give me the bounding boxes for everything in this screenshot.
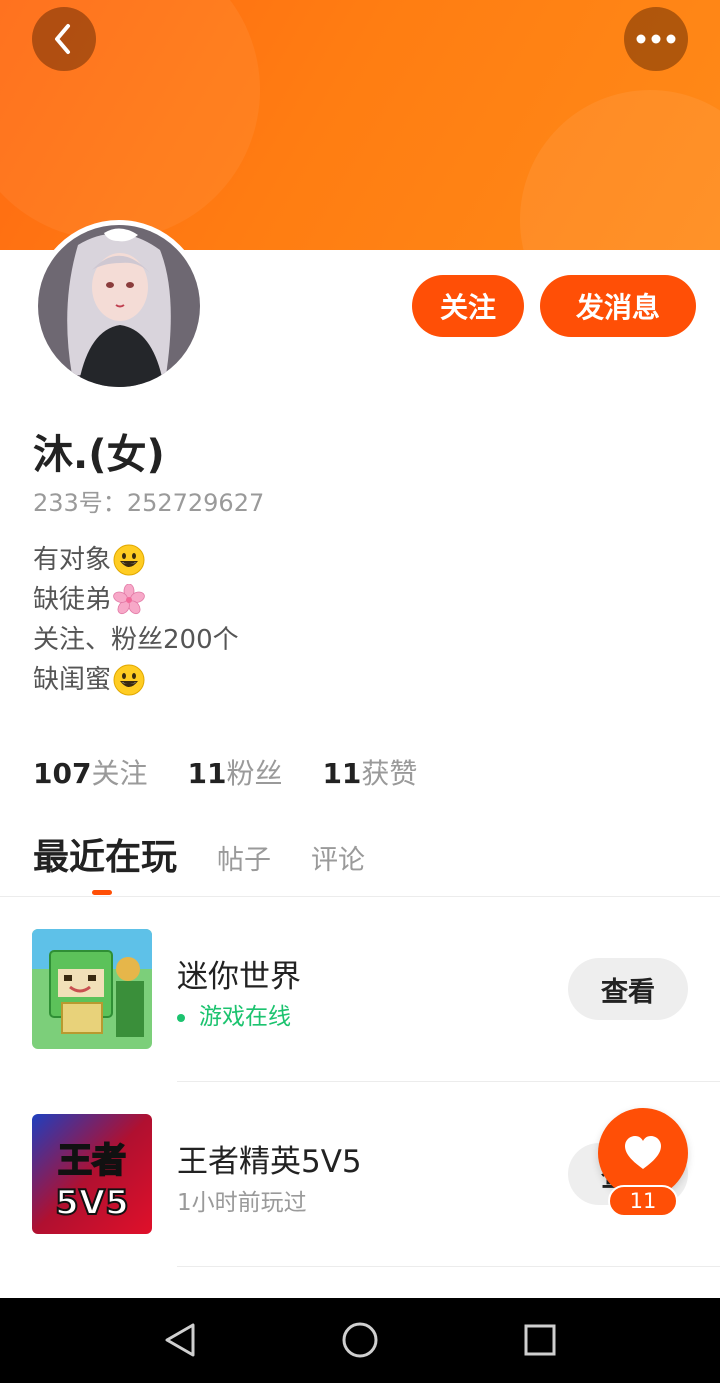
grinning-emoji-icon xyxy=(113,544,145,576)
nickname: 沐.(女) xyxy=(33,432,165,478)
banner-decoration xyxy=(520,90,720,250)
bio-line: 缺闺蜜 xyxy=(33,660,239,700)
bio-text: 有对象 xyxy=(33,545,112,575)
profile-banner xyxy=(0,0,720,250)
profile-stats: 107 关注 11 粉丝 11 获赞 xyxy=(33,752,457,792)
tab-posts[interactable]: 帖子 xyxy=(217,838,271,877)
stat-label: 粉丝 xyxy=(226,757,283,790)
nav-back-icon xyxy=(165,1323,195,1357)
followers-count[interactable]: 11 粉丝 xyxy=(187,752,282,792)
back-button[interactable] xyxy=(32,7,96,71)
game-status-text: 游戏在线 xyxy=(199,1004,291,1030)
chevron-left-icon xyxy=(55,24,70,54)
bio-line: 关注、粉丝200个 xyxy=(33,620,239,660)
stat-value: 11 xyxy=(322,757,362,790)
nav-back-button[interactable] xyxy=(158,1318,202,1362)
game-thumb-text: 王者 xyxy=(58,1141,126,1181)
nav-home-icon xyxy=(342,1322,378,1358)
active-tab-indicator xyxy=(92,890,112,895)
user-id-label: 233号： xyxy=(33,489,127,517)
nav-home-button[interactable] xyxy=(338,1318,382,1362)
more-dots-icon xyxy=(636,34,676,44)
online-indicator xyxy=(177,1013,185,1022)
bio-text: 缺闺蜜 xyxy=(33,665,112,695)
system-navigation-bar xyxy=(0,1298,720,1383)
bio-line: 缺徒弟 xyxy=(33,580,239,620)
wangzhe-5v5-game-icon: 王者 5V5 xyxy=(32,1114,152,1234)
bio-text: 缺徒弟 xyxy=(33,585,112,615)
grinning-emoji-icon xyxy=(113,664,145,696)
tab-comments[interactable]: 评论 xyxy=(311,838,365,877)
view-game-button[interactable]: 查看 xyxy=(568,958,688,1020)
divider xyxy=(177,1266,720,1267)
heart-icon xyxy=(625,1136,661,1169)
bio-line: 有对象 xyxy=(33,540,239,580)
send-message-button[interactable]: 发消息 xyxy=(540,275,696,337)
cherry-blossom-emoji-icon xyxy=(113,584,145,615)
avatar-image xyxy=(38,225,200,387)
stat-value: 107 xyxy=(33,757,92,790)
game-status: 游戏在线 xyxy=(177,997,291,1031)
bio-text: 关注、粉丝200个 xyxy=(33,625,239,655)
bio: 有对象 缺徒弟 关注、粉丝200个 缺闺蜜 xyxy=(33,540,239,700)
game-name: 迷你世界 xyxy=(177,959,301,995)
game-list-item[interactable]: 迷你世界 游戏在线 查看 xyxy=(0,897,720,1081)
more-options-button[interactable] xyxy=(624,7,688,71)
game-thumb-text: 5V5 xyxy=(55,1183,129,1223)
tab-recently-played[interactable]: 最近在玩 xyxy=(33,828,177,880)
user-id: 233号：252729627 xyxy=(33,483,264,518)
likes-count[interactable]: 11 获赞 xyxy=(322,752,417,792)
stat-label: 获赞 xyxy=(361,757,418,790)
nav-recents-button[interactable] xyxy=(518,1318,562,1362)
nav-recents-icon xyxy=(524,1324,556,1356)
game-status: 1小时前玩过 xyxy=(177,1190,307,1216)
user-id-value: 252729627 xyxy=(126,489,265,517)
avatar[interactable] xyxy=(33,220,205,392)
stat-label: 关注 xyxy=(91,757,148,790)
game-name: 王者精英5V5 xyxy=(177,1144,362,1180)
follow-button[interactable]: 关注 xyxy=(412,275,524,337)
following-count[interactable]: 107 关注 xyxy=(33,752,147,792)
profile-tabs: 最近在玩 帖子 评论 xyxy=(33,828,405,880)
like-count-badge: 11 xyxy=(608,1185,678,1217)
stat-value: 11 xyxy=(187,757,227,790)
mini-world-game-icon xyxy=(32,929,152,1049)
